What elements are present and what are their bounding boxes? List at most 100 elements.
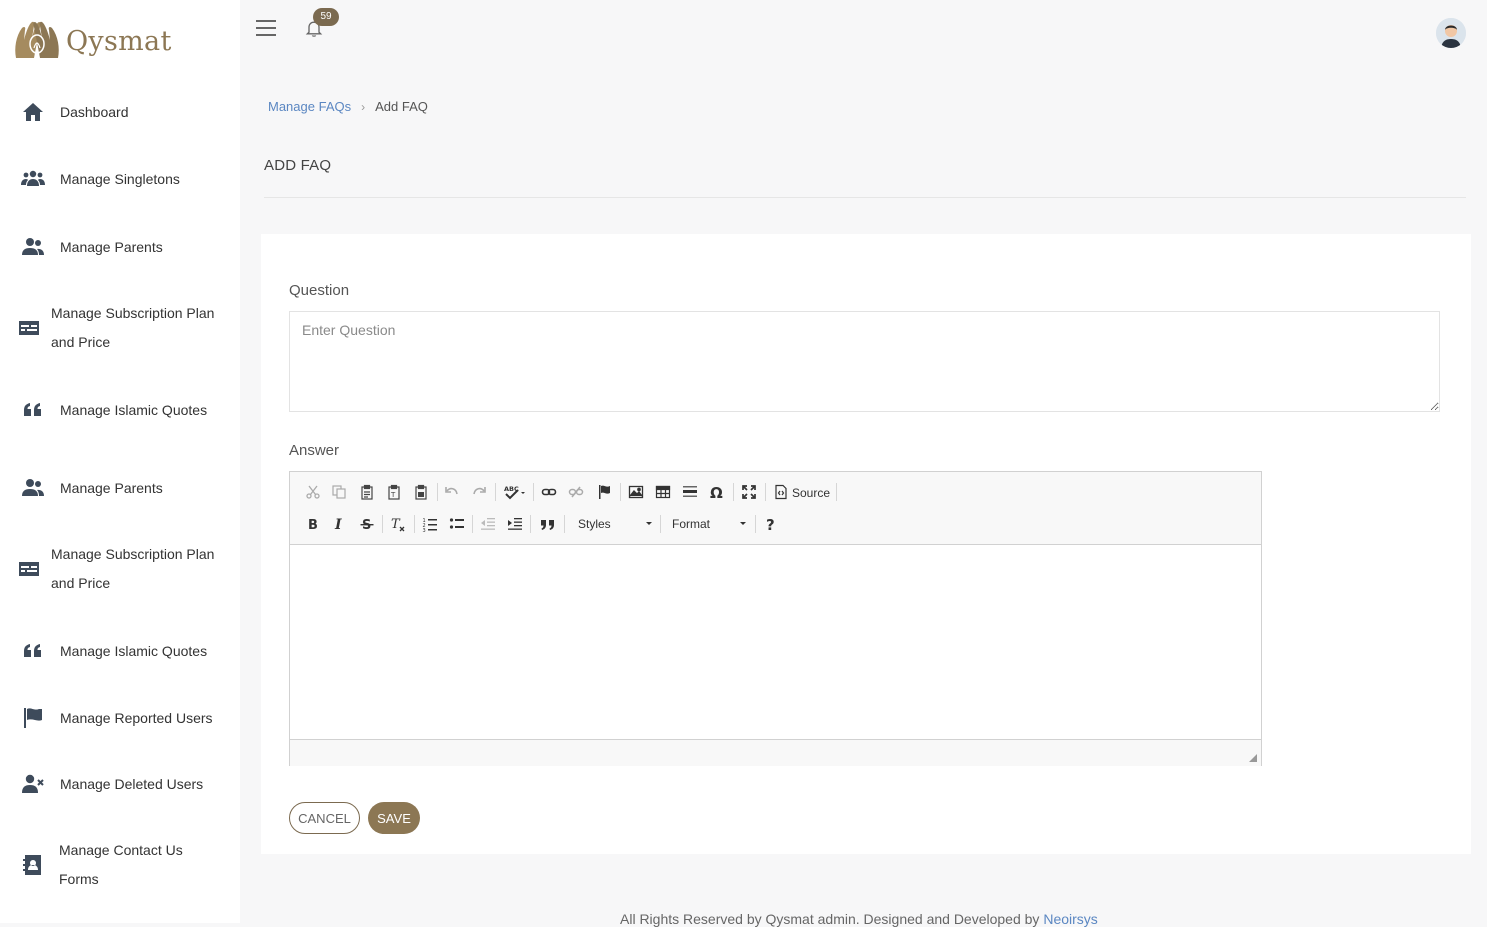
toolbar-separator [382,515,383,533]
maximize-icon[interactable] [738,481,760,503]
paste-text-icon[interactable]: T [383,481,405,503]
brand-name: Qysmat [66,25,172,57]
sidebar-item-label: Manage Singletons [60,171,180,187]
quote-icon [19,637,47,665]
chevron-right-icon: › [361,99,366,114]
chevron-down-icon [646,522,652,525]
sidebar-item-manage-parents-2[interactable]: Manage Parents [0,472,240,504]
sidebar-item-label: and Price [51,334,111,350]
sidebar-item-manage-islamic-quotes[interactable]: Manage Islamic Quotes [0,394,240,426]
special-character-icon[interactable]: Ω [706,481,728,503]
toolbar-separator [530,515,531,533]
paste-icon[interactable] [356,481,378,503]
decrease-indent-icon[interactable] [477,513,499,535]
undo-icon[interactable] [441,481,463,503]
anchor-flag-icon[interactable] [593,481,615,503]
editor-statusbar [290,739,1261,766]
sidebar-item-label: Dashboard [60,104,129,120]
sidebar-item-label: and Price [51,575,111,591]
spellcheck-icon[interactable]: ABC [500,481,530,503]
toolbar-separator [495,483,496,501]
svg-text:I: I [334,517,342,532]
question-input[interactable] [289,311,1440,412]
quote-icon [19,396,47,424]
cancel-button[interactable]: CANCEL [289,802,360,834]
sidebar-item-manage-islamic-quotes-2[interactable]: Manage Islamic Quotes [0,635,240,667]
user-avatar[interactable] [1436,18,1466,48]
toolbar-separator [533,483,534,501]
question-label: Question [289,282,350,299]
toolbar-separator [733,483,734,501]
toolbar-separator [836,483,837,501]
copy-icon[interactable] [328,481,350,503]
breadcrumb-current: Add FAQ [375,99,428,114]
answer-rich-text-editor: T ABC Ω Source B I S T 1 2 3 Styles Form… [289,471,1262,766]
sidebar-item-dashboard[interactable]: Dashboard [0,96,240,128]
paste-word-icon[interactable] [410,481,432,503]
sidebar-item-manage-contact-us-forms[interactable]: Manage Contact Us Forms [0,836,240,896]
bulleted-list-icon[interactable] [446,513,468,535]
styles-dropdown-label: Styles [578,517,611,531]
svg-text:T: T [391,517,401,532]
sidebar-item-manage-parents[interactable]: Manage Parents [0,231,240,263]
source-icon[interactable] [770,481,792,503]
toolbar-separator [620,483,621,501]
chevron-down-icon [740,522,746,525]
user-remove-icon [19,770,47,798]
image-icon[interactable] [625,481,647,503]
sidebar-item-manage-singletons[interactable]: Manage Singletons [0,163,240,195]
link-icon[interactable] [538,481,560,503]
toolbar-separator [414,515,415,533]
svg-text:3: 3 [423,528,426,532]
toolbar-separator [437,483,438,501]
svg-text:Ω: Ω [710,484,723,500]
blockquote-icon[interactable] [537,513,559,535]
sidebar-item-manage-subscription-plan[interactable]: Manage Subscription Plan and Price [0,298,240,358]
toolbar-separator [765,483,766,501]
table-icon[interactable] [652,481,674,503]
menu-toggle-icon[interactable] [256,20,276,36]
toolbar-separator [660,515,661,533]
topbar: 59 [240,0,1487,60]
increase-indent-icon[interactable] [504,513,526,535]
avatar-icon [1436,18,1466,48]
cut-icon[interactable] [302,481,324,503]
sidebar-item-label: Manage Parents [60,480,163,496]
svg-text:?: ? [766,516,775,532]
save-button[interactable]: SAVE [368,802,420,834]
footer-developer-link[interactable]: Neoirsys [1043,911,1097,927]
italic-icon[interactable]: I [328,513,350,535]
answer-label: Answer [289,442,340,459]
remove-format-icon[interactable]: T [387,513,409,535]
contact-book-icon [19,851,47,879]
horizontal-rule-icon[interactable] [679,481,701,503]
redo-icon[interactable] [468,481,490,503]
sidebar-item-manage-subscription-plan-2[interactable]: Manage Subscription Plan and Price [0,539,240,599]
sidebar-item-label: Manage Parents [60,239,163,255]
brand-logo[interactable]: Qysmat [12,18,172,64]
resize-handle[interactable] [1249,754,1257,762]
user-group-icon [19,474,47,502]
format-dropdown[interactable]: Format [672,513,746,535]
styles-dropdown[interactable]: Styles [578,513,652,535]
flag-icon [19,704,47,732]
sidebar-item-manage-reported-users[interactable]: Manage Reported Users [0,702,240,734]
bold-icon[interactable]: B [302,513,324,535]
footer: All Rights Reserved by Qysmat admin. Des… [620,911,1098,927]
numbered-list-icon[interactable]: 123 [419,513,441,535]
sidebar-item-label: Forms [59,871,99,887]
toolbar-separator [564,515,565,533]
breadcrumb-manage-faqs[interactable]: Manage FAQs [268,99,351,114]
title-divider [264,197,1466,198]
sidebar: Qysmat Dashboard Manage Singletons Manag… [0,0,240,923]
answer-editor-content[interactable] [290,545,1261,739]
unlink-icon[interactable] [565,481,587,503]
strikethrough-icon[interactable]: S [356,513,378,535]
sidebar-item-label: Manage Subscription Plan [51,546,215,562]
sidebar-item-manage-deleted-users[interactable]: Manage Deleted Users [0,768,240,800]
help-icon[interactable]: ? [760,513,782,535]
id-card-icon [15,314,43,342]
source-button[interactable]: Source [792,486,830,500]
toolbar-separator [755,515,756,533]
editor-toolbar: T ABC Ω Source B I S T 1 2 3 Styles Form… [290,472,1261,545]
